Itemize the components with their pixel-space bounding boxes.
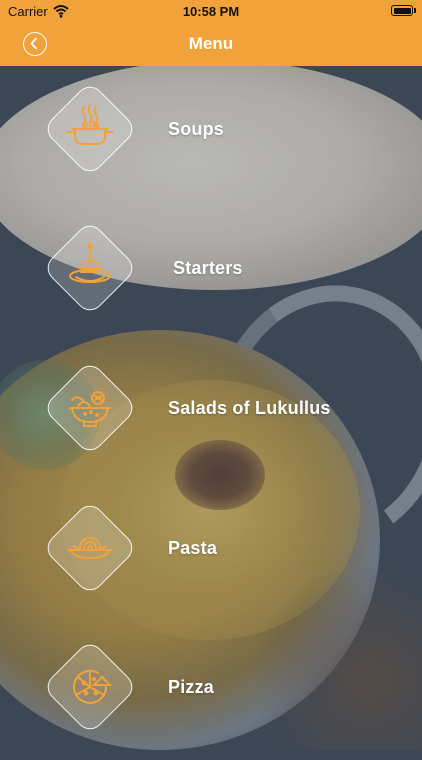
menu-item-label: Salads of Lukullus xyxy=(168,398,331,418)
starter-plate-icon xyxy=(69,243,111,283)
soup-pot-icon xyxy=(66,104,114,145)
menu-item-label: Pasta xyxy=(168,538,218,558)
menu-item-salads[interactable]: Salads of Lukullus xyxy=(0,359,422,481)
battery-icon xyxy=(391,5,413,16)
navigation-bar: Menu xyxy=(0,22,422,66)
menu-item-label: Pizza xyxy=(168,677,215,697)
menu-item-pizza[interactable]: Pizza xyxy=(0,638,422,760)
menu-item-soups[interactable]: Soups xyxy=(0,80,422,202)
page-title: Menu xyxy=(188,34,234,53)
pizza-icon xyxy=(73,669,113,704)
status-bar: Carrier 10:58 PM xyxy=(0,0,422,22)
menu-item-pasta[interactable]: Pasta xyxy=(0,499,422,621)
menu-item-starters[interactable]: Starters xyxy=(0,219,422,341)
clock: 10:58 PM xyxy=(182,4,240,19)
menu-item-label: Soups xyxy=(168,119,225,139)
battery-tip xyxy=(414,8,416,13)
menu-item-label: Starters xyxy=(173,258,243,278)
salad-bowl-icon xyxy=(69,391,111,427)
pasta-plate-icon xyxy=(67,536,113,560)
